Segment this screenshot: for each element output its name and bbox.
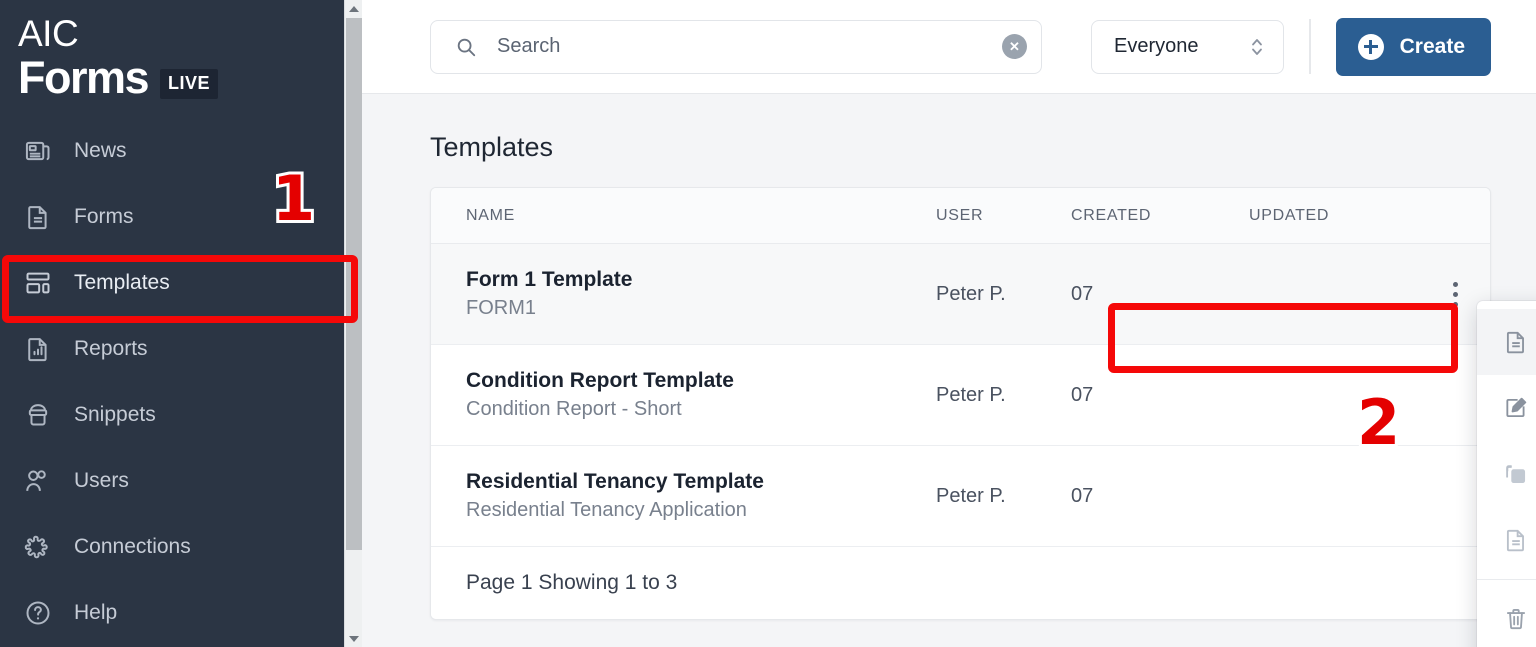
sidebar-item-forms[interactable]: Forms [0, 192, 362, 241]
sidebar-item-label: Templates [74, 270, 170, 294]
document-icon [1503, 329, 1529, 355]
sidebar-item-templates[interactable]: Templates [0, 258, 362, 307]
users-icon [24, 467, 52, 495]
table-cell-name: Condition Report Template Condition Repo… [431, 369, 936, 421]
table-cell-name: Residential Tenancy Template Residential… [431, 470, 936, 522]
row-actions-menu-icon[interactable] [1442, 274, 1468, 314]
connections-icon [24, 533, 52, 561]
plus-circle-icon [1357, 33, 1384, 60]
menu-divider [1477, 579, 1536, 580]
search-input[interactable] [497, 35, 982, 58]
table-cell-user: Peter P. [936, 383, 1006, 406]
template-name: Residential Tenancy Template [466, 470, 764, 493]
column-header-updated[interactable]: UPDATED [1249, 207, 1490, 225]
sidebar-item-snippets[interactable]: Snippets [0, 390, 362, 439]
search-box[interactable]: ✕ [430, 19, 1042, 74]
menu-item-duplicate[interactable]: Duplicate [1477, 441, 1536, 507]
template-name: Form 1 Template [466, 268, 633, 291]
main-panel: ✕ Everyone Create Templates [362, 0, 1536, 647]
template-subtitle: Residential Tenancy Application [466, 499, 747, 521]
brand-line1: AIC [18, 13, 79, 54]
document-icon [1503, 527, 1529, 553]
pagination-status: Page 1 Showing 1 to 3 [431, 547, 1490, 619]
sidebar-item-reports[interactable]: Reports [0, 324, 362, 373]
sidebar-scrollbar[interactable] [344, 0, 362, 647]
table-cell-user: Peter P. [936, 484, 1006, 507]
news-icon [24, 137, 52, 165]
sidebar: AIC Forms LIVE News Forms Templates Repo… [0, 0, 362, 647]
toolbar-divider [1308, 19, 1311, 74]
sidebar-item-label: Help [74, 600, 118, 624]
help-icon [24, 599, 52, 627]
table-cell-created: 07 [1071, 383, 1094, 406]
sidebar-item-label: Users [74, 468, 129, 492]
column-header-created[interactable]: CREATED [1071, 207, 1249, 225]
pencil-icon [1503, 395, 1529, 421]
snippets-icon [24, 401, 52, 429]
column-header-user[interactable]: USER [936, 207, 1071, 225]
sidebar-item-news[interactable]: News [0, 126, 362, 175]
template-name: Condition Report Template [466, 369, 734, 392]
clear-icon[interactable]: ✕ [1002, 34, 1027, 59]
table-cell-created: 07 [1071, 484, 1094, 507]
menu-item-delete[interactable]: Delete [1477, 586, 1536, 647]
top-toolbar: ✕ Everyone Create [362, 0, 1536, 94]
app-root: AIC Forms LIVE News Forms Templates Repo… [0, 0, 1536, 647]
menu-item-edit[interactable]: Edit [1477, 375, 1536, 441]
table-cell-name: Form 1 Template FORM1 [431, 268, 936, 320]
copy-icon [1503, 461, 1529, 487]
table-cell-user: Peter P. [936, 282, 1006, 305]
sidebar-item-label: Reports [74, 336, 148, 360]
document-icon [24, 203, 52, 231]
sidebar-item-connections[interactable]: Connections [0, 522, 362, 571]
create-button[interactable]: Create [1335, 17, 1491, 76]
scroll-up-arrow[interactable] [345, 0, 362, 17]
sidebar-item-label: News [74, 138, 127, 162]
search-icon [455, 36, 477, 58]
template-subtitle: FORM1 [466, 297, 536, 319]
table-cell-created: 07 [1071, 282, 1094, 305]
create-button-label: Create [1399, 34, 1465, 58]
menu-item-view[interactable]: View [1477, 309, 1536, 375]
table-row[interactable]: Condition Report Template Condition Repo… [431, 345, 1490, 446]
brand-line2: Forms [18, 52, 150, 103]
content-area: Templates NAME USER CREATED UPDATED Form… [362, 94, 1536, 620]
brand-live-badge: LIVE [160, 69, 219, 99]
audience-select-value: Everyone [1114, 35, 1199, 57]
sidebar-item-users[interactable]: Users [0, 456, 362, 505]
table-row[interactable]: Form 1 Template FORM1 Peter P. 07 [431, 244, 1490, 345]
report-icon [24, 335, 52, 363]
dropdown-menu: View Edit [1477, 301, 1536, 647]
templates-icon [24, 269, 52, 297]
sidebar-item-label: Forms [74, 204, 134, 228]
sidebar-item-help[interactable]: Help [0, 588, 362, 637]
brand-logo: AIC Forms LIVE [0, 0, 362, 104]
audience-select[interactable]: Everyone [1091, 19, 1284, 74]
scrollbar-thumb[interactable] [346, 18, 362, 550]
chevron-up-down-icon [1249, 34, 1265, 60]
page-title: Templates [430, 132, 554, 162]
trash-icon [1503, 606, 1529, 632]
templates-table-card: NAME USER CREATED UPDATED Form 1 Templat… [430, 187, 1491, 620]
table-row[interactable]: Residential Tenancy Template Residential… [431, 446, 1490, 547]
menu-item-create-form[interactable]: Create Form [1477, 507, 1536, 573]
template-subtitle: Condition Report - Short [466, 398, 682, 420]
table-header-row: NAME USER CREATED UPDATED [431, 188, 1490, 244]
sidebar-item-label: Snippets [74, 402, 156, 426]
sidebar-item-label: Connections [74, 534, 191, 558]
column-header-name[interactable]: NAME [431, 207, 936, 225]
scroll-down-arrow[interactable] [345, 630, 362, 647]
sidebar-nav: News Forms Templates Reports Snippets Us… [0, 126, 362, 637]
